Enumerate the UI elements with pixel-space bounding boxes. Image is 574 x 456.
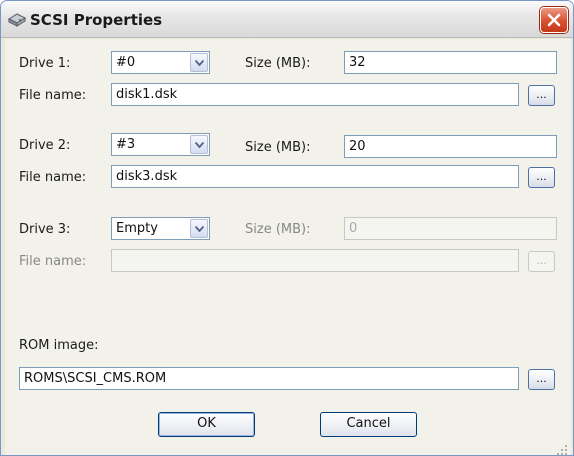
drive-1-file-label: File name: — [19, 88, 87, 103]
drive-2-select-value: #3 — [116, 137, 136, 152]
dialog-body: Drive 1: #0 Size (MB): 32 File name: dis… — [5, 39, 571, 455]
cancel-button[interactable]: Cancel — [320, 412, 417, 437]
rom-image-browse-button[interactable]: ... — [528, 369, 555, 390]
drive-1-size-label: Size (MB): — [245, 56, 311, 71]
chevron-down-icon[interactable] — [190, 53, 208, 72]
drive-icon — [7, 10, 27, 28]
drive-3-file-label: File name: — [19, 254, 87, 269]
rom-image-field[interactable]: ROMS\SCSI_CMS.ROM — [19, 367, 519, 390]
drive-1-size-field[interactable]: 32 — [344, 51, 557, 74]
title-bar[interactable]: SCSI Properties — [1, 1, 573, 38]
drive-1-file-field[interactable]: disk1.dsk — [111, 83, 519, 106]
drive-1-select[interactable]: #0 — [111, 51, 210, 74]
drive-3-select-value: Empty — [116, 221, 158, 236]
drive-2-browse-button[interactable]: ... — [528, 167, 555, 188]
drive-2-size-label: Size (MB): — [245, 140, 311, 155]
resize-grip-icon[interactable] — [554, 441, 568, 455]
drive-2-label: Drive 2: — [19, 138, 71, 153]
chevron-down-icon[interactable] — [190, 135, 208, 154]
drive-2-file-field[interactable]: disk3.dsk — [111, 165, 519, 188]
drive-1-browse-button[interactable]: ... — [528, 85, 555, 106]
drive-3-browse-button: ... — [528, 251, 555, 272]
drive-3-size-field: 0 — [344, 217, 557, 240]
close-button[interactable] — [540, 7, 568, 33]
drive-3-select[interactable]: Empty — [111, 217, 210, 240]
window-title: SCSI Properties — [30, 11, 163, 29]
drive-1-label: Drive 1: — [19, 56, 71, 71]
scsi-properties-window: SCSI Properties Drive 1: #0 Size (MB): 3… — [0, 0, 574, 456]
rom-image-label: ROM image: — [19, 338, 99, 353]
drive-3-size-label: Size (MB): — [245, 222, 311, 237]
close-icon — [547, 13, 561, 27]
drive-1-select-value: #0 — [116, 55, 136, 70]
drive-3-file-field — [111, 249, 519, 272]
drive-2-file-label: File name: — [19, 170, 87, 185]
chevron-down-icon[interactable] — [190, 219, 208, 238]
drive-2-size-field[interactable]: 20 — [344, 135, 557, 158]
ok-button[interactable]: OK — [158, 412, 255, 437]
drive-2-select[interactable]: #3 — [111, 133, 210, 156]
drive-3-label: Drive 3: — [19, 222, 71, 237]
